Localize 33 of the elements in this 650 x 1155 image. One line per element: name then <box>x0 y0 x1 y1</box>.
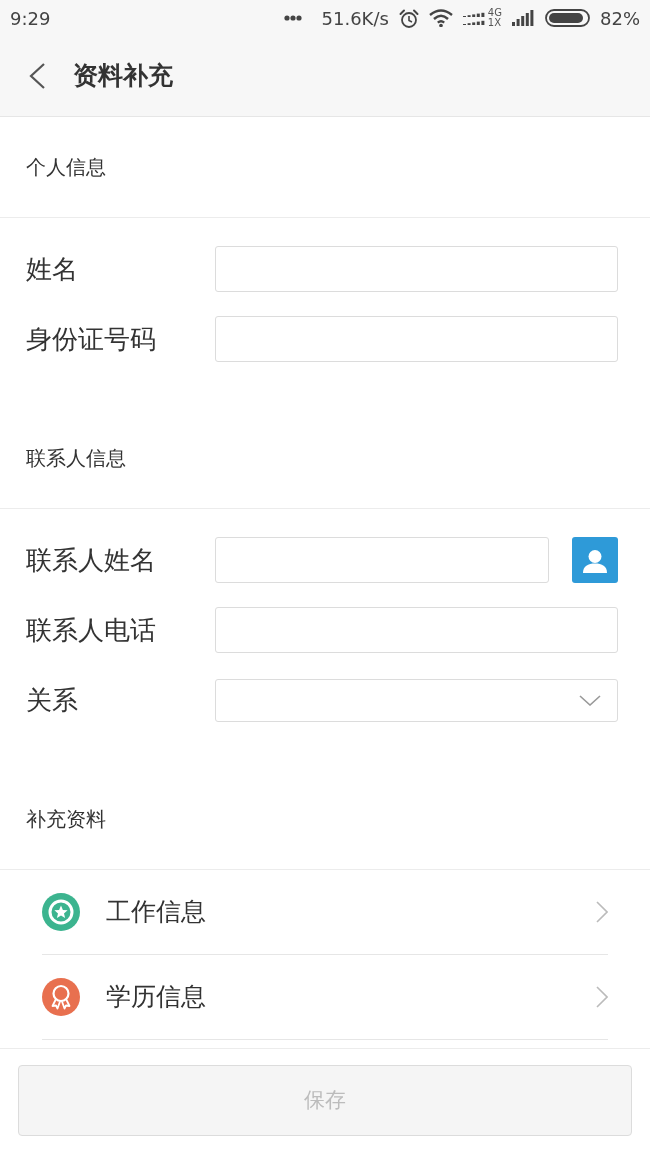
person-icon <box>582 547 608 573</box>
text-input[interactable] <box>215 537 549 583</box>
select-field[interactable] <box>215 678 618 722</box>
network-type-label: 4G <box>487 8 502 18</box>
field-label: 联系人姓名 <box>26 543 157 577</box>
chevron-down-icon <box>579 694 601 706</box>
section-title: 个人信息 <box>26 154 106 181</box>
more-dots-icon <box>283 15 302 21</box>
contact-picker-button[interactable] <box>572 537 618 583</box>
page-title: 资料补充 <box>73 60 173 93</box>
menu-item-label[interactable]: 工作信息 <box>106 893 206 931</box>
field-label: 姓名 <box>26 252 79 286</box>
network-type-label: 1X <box>487 18 502 28</box>
field-label: 联系人电话 <box>26 613 157 647</box>
battery-percent: 82% <box>600 6 640 31</box>
menu-item-label[interactable]: 学历信息 <box>106 978 206 1016</box>
signal-icon <box>462 11 486 25</box>
chevron-right-icon <box>596 901 608 923</box>
alarm-clock-icon <box>398 8 419 28</box>
field-label: 关系 <box>26 683 79 717</box>
chevron-right-icon <box>596 986 608 1008</box>
network-speed: 51.6K/s <box>321 6 389 31</box>
battery-icon <box>545 9 590 27</box>
text-input[interactable] <box>215 246 618 292</box>
section-title: 补充资料 <box>26 806 106 833</box>
text-input[interactable] <box>215 607 618 653</box>
field-label: 身份证号码 <box>26 322 157 356</box>
clock-time: 9:29 <box>10 6 51 31</box>
text-input[interactable] <box>215 316 618 362</box>
section-title: 联系人信息 <box>26 445 126 472</box>
back-icon[interactable] <box>28 62 46 90</box>
wifi-icon <box>428 9 453 27</box>
signal-icon <box>512 10 535 26</box>
